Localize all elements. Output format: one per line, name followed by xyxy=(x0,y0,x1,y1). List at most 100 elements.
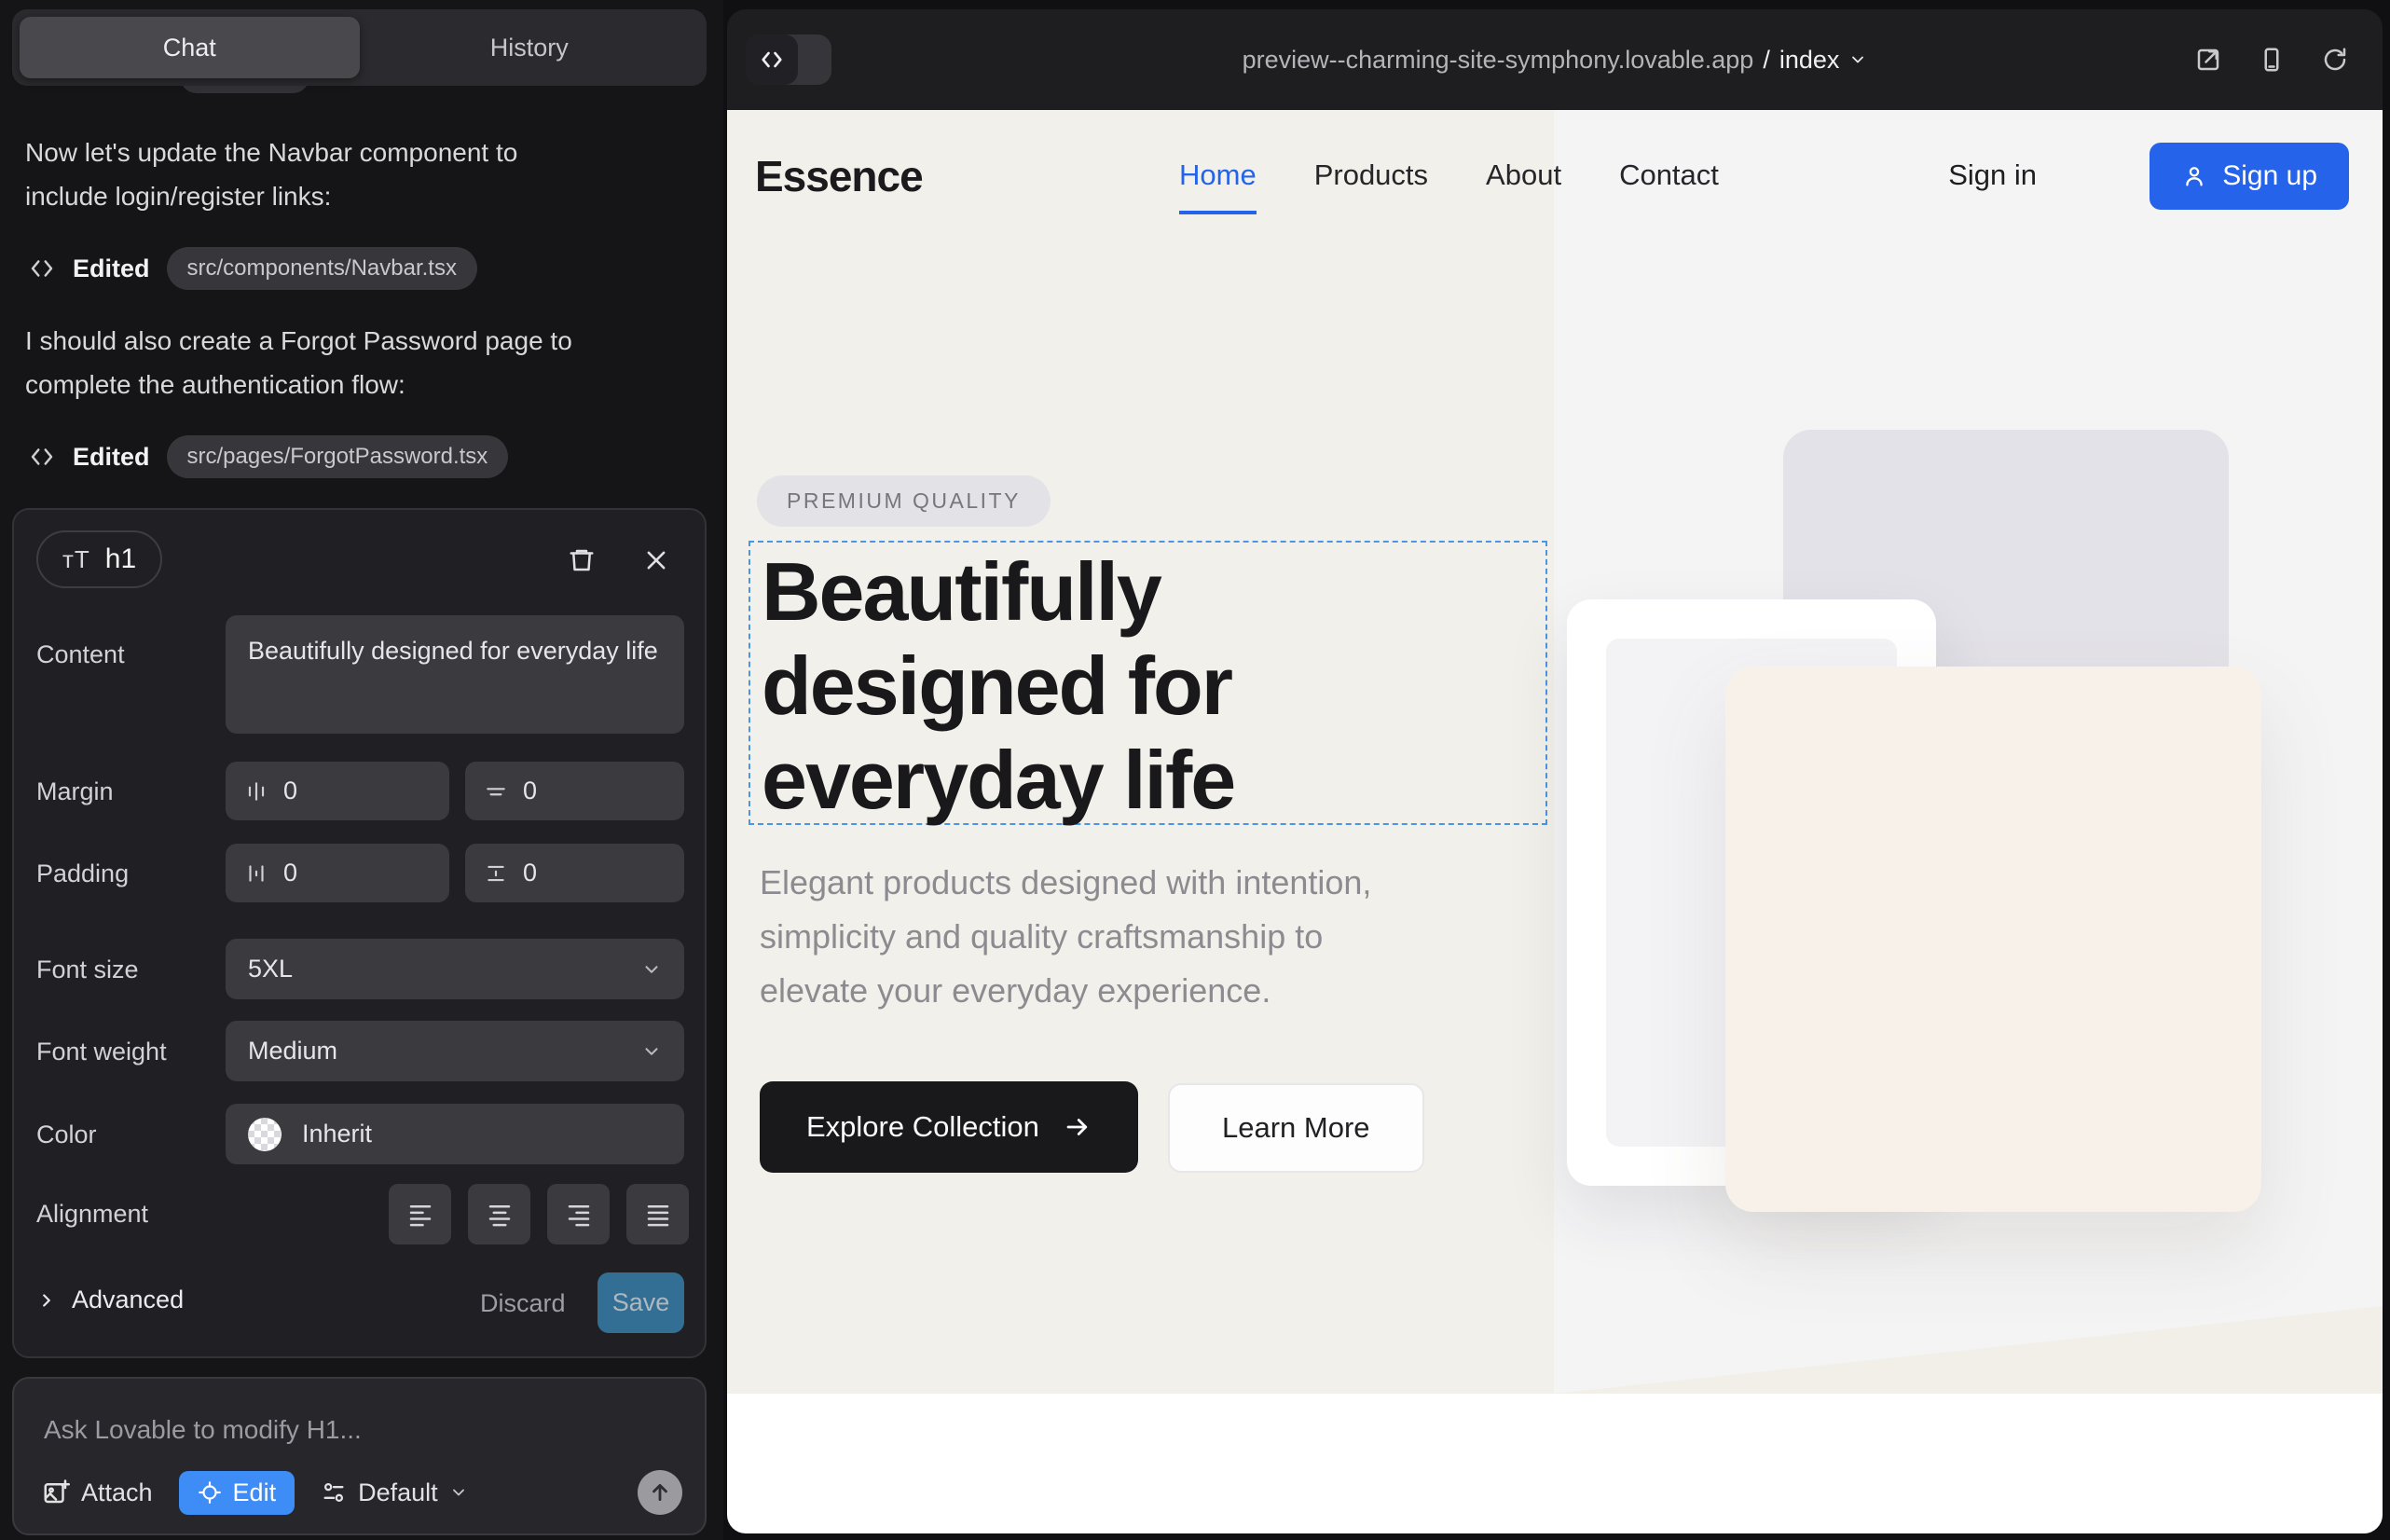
font-weight-label: Font weight xyxy=(36,1038,167,1066)
edit-mode-button[interactable]: Edit xyxy=(179,1471,295,1515)
browser-actions xyxy=(2194,9,2349,110)
file-badge[interactable]: src/pages/ForgotPassword.tsx xyxy=(167,435,509,478)
padding-x-input[interactable]: 0 xyxy=(226,844,449,902)
default-label: Default xyxy=(358,1478,438,1507)
arrow-right-icon xyxy=(1064,1113,1092,1141)
tab-chat[interactable]: Chat xyxy=(20,17,360,78)
edit-label: Edit xyxy=(233,1478,277,1507)
color-select[interactable]: Inherit xyxy=(226,1104,684,1164)
sign-up-label: Sign up xyxy=(2222,160,2317,192)
font-weight-select[interactable]: Medium xyxy=(226,1021,684,1081)
site-logo[interactable]: Essence xyxy=(755,151,923,201)
align-center-icon xyxy=(486,1201,514,1229)
file-badge[interactable]: src/components/Navbar.tsx xyxy=(167,247,477,290)
edited-label: Edited xyxy=(73,443,150,472)
margin-x-input[interactable]: 0 xyxy=(226,762,449,820)
refresh-icon[interactable] xyxy=(2321,46,2349,74)
edited-label: Edited xyxy=(73,254,150,283)
save-button[interactable]: Save xyxy=(598,1272,684,1333)
attach-label: Attach xyxy=(81,1478,153,1507)
align-right-button[interactable] xyxy=(547,1184,610,1244)
align-left-button[interactable] xyxy=(389,1184,451,1244)
sign-in-link[interactable]: Sign in xyxy=(1948,110,2037,241)
browser-chrome-bar: preview--charming-site-symphony.lovable.… xyxy=(727,9,2383,110)
alignment-group xyxy=(389,1184,689,1244)
attach-image-icon xyxy=(42,1478,70,1506)
padding-y-input[interactable]: 0 xyxy=(465,844,684,902)
delete-element-button[interactable] xyxy=(559,538,604,583)
target-icon xyxy=(198,1480,222,1505)
sliders-icon xyxy=(321,1479,347,1506)
trash-icon xyxy=(568,546,596,574)
padding-label: Padding xyxy=(36,859,129,888)
chat-message-line: I should also create a Forgot Password p… xyxy=(25,319,691,363)
default-mode-button[interactable]: Default xyxy=(321,1478,468,1507)
nav-link-home[interactable]: Home xyxy=(1179,158,1257,192)
url-path: index xyxy=(1779,46,1840,75)
padding-vertical-icon xyxy=(484,861,508,886)
chevron-down-icon xyxy=(641,1041,662,1062)
code-icon xyxy=(28,443,56,471)
chevron-down-icon xyxy=(1848,50,1867,69)
edited-file-row: Edited src/components/Navbar.tsx xyxy=(28,244,477,293)
font-size-label: Font size xyxy=(36,956,139,984)
text-size-icon: тT xyxy=(62,545,90,574)
attach-button[interactable]: Attach xyxy=(42,1478,153,1507)
advanced-label: Advanced xyxy=(72,1286,184,1314)
hero-paragraph: Elegant products designed with intention… xyxy=(760,856,1371,1018)
premium-quality-badge: PREMIUM QUALITY xyxy=(757,475,1051,527)
explore-collection-button[interactable]: Explore Collection xyxy=(760,1081,1138,1173)
nav-link-contact[interactable]: Contact xyxy=(1619,158,1719,192)
selected-element-pill[interactable]: тT h1 xyxy=(36,530,162,588)
chat-message-line: complete the authentication flow: xyxy=(25,363,691,406)
chevron-down-icon xyxy=(641,959,662,980)
margin-y-input[interactable]: 0 xyxy=(465,762,684,820)
margin-label: Margin xyxy=(36,777,114,806)
margin-vertical-icon xyxy=(484,779,508,804)
margin-y-value: 0 xyxy=(523,777,537,805)
user-icon xyxy=(2181,163,2207,189)
hero-paragraph-line: elevate your everyday experience. xyxy=(760,964,1371,1018)
content-label: Content xyxy=(36,640,125,669)
content-input[interactable]: Beautifully designed for everyday life xyxy=(226,615,684,734)
advanced-toggle[interactable]: Advanced xyxy=(36,1286,184,1314)
nav-link-about[interactable]: About xyxy=(1486,158,1561,192)
edited-file-row: Edited src/pages/ForgotPassword.tsx xyxy=(28,433,508,481)
align-justify-button[interactable] xyxy=(626,1184,689,1244)
align-center-button[interactable] xyxy=(468,1184,530,1244)
sign-up-button[interactable]: Sign up xyxy=(2150,143,2349,210)
nav-link-products[interactable]: Products xyxy=(1314,158,1428,192)
close-panel-button[interactable] xyxy=(634,538,679,583)
selected-h1-element[interactable]: Beautifully designed for everyday life xyxy=(749,541,1547,825)
discard-button[interactable]: Discard xyxy=(480,1289,566,1318)
font-size-select[interactable]: 5XL xyxy=(226,939,684,999)
composer-input[interactable] xyxy=(44,1407,668,1453)
chat-message: I should also create a Forgot Password p… xyxy=(25,319,691,406)
font-size-value: 5XL xyxy=(248,955,293,983)
padding-y-value: 0 xyxy=(523,859,537,887)
close-icon xyxy=(643,547,669,573)
learn-more-button[interactable]: Learn More xyxy=(1168,1083,1424,1173)
element-tag-label: h1 xyxy=(105,543,136,575)
chat-message-line: include login/register links: xyxy=(25,174,691,218)
element-inspector-panel: тT h1 Content Beautifully designed for e… xyxy=(12,508,707,1358)
padding-horizontal-icon xyxy=(244,861,268,886)
open-external-icon[interactable] xyxy=(2194,46,2222,74)
chat-message: Now let's update the Navbar component to… xyxy=(25,131,691,218)
hero-heading: Beautifully designed for everyday life xyxy=(762,544,1234,827)
url-bar[interactable]: preview--charming-site-symphony.lovable.… xyxy=(727,9,2383,110)
hero-paragraph-line: Elegant products designed with intention… xyxy=(760,856,1371,910)
site-navbar: Essence Home Products About Contact Sign… xyxy=(727,110,2383,241)
chat-message-line: Now let's update the Navbar component to xyxy=(25,131,691,174)
chat-composer: Attach Edit Default xyxy=(12,1377,707,1535)
url-separator: / xyxy=(1763,46,1770,75)
chevron-down-icon xyxy=(449,1483,468,1502)
mobile-preview-icon[interactable] xyxy=(2258,46,2286,74)
send-button[interactable] xyxy=(638,1470,682,1515)
code-icon xyxy=(28,254,56,282)
font-weight-value: Medium xyxy=(248,1037,337,1066)
margin-x-value: 0 xyxy=(283,777,297,805)
align-right-icon xyxy=(565,1201,593,1229)
tab-history[interactable]: History xyxy=(360,17,700,78)
hero-heading-line: everyday life xyxy=(762,733,1234,827)
